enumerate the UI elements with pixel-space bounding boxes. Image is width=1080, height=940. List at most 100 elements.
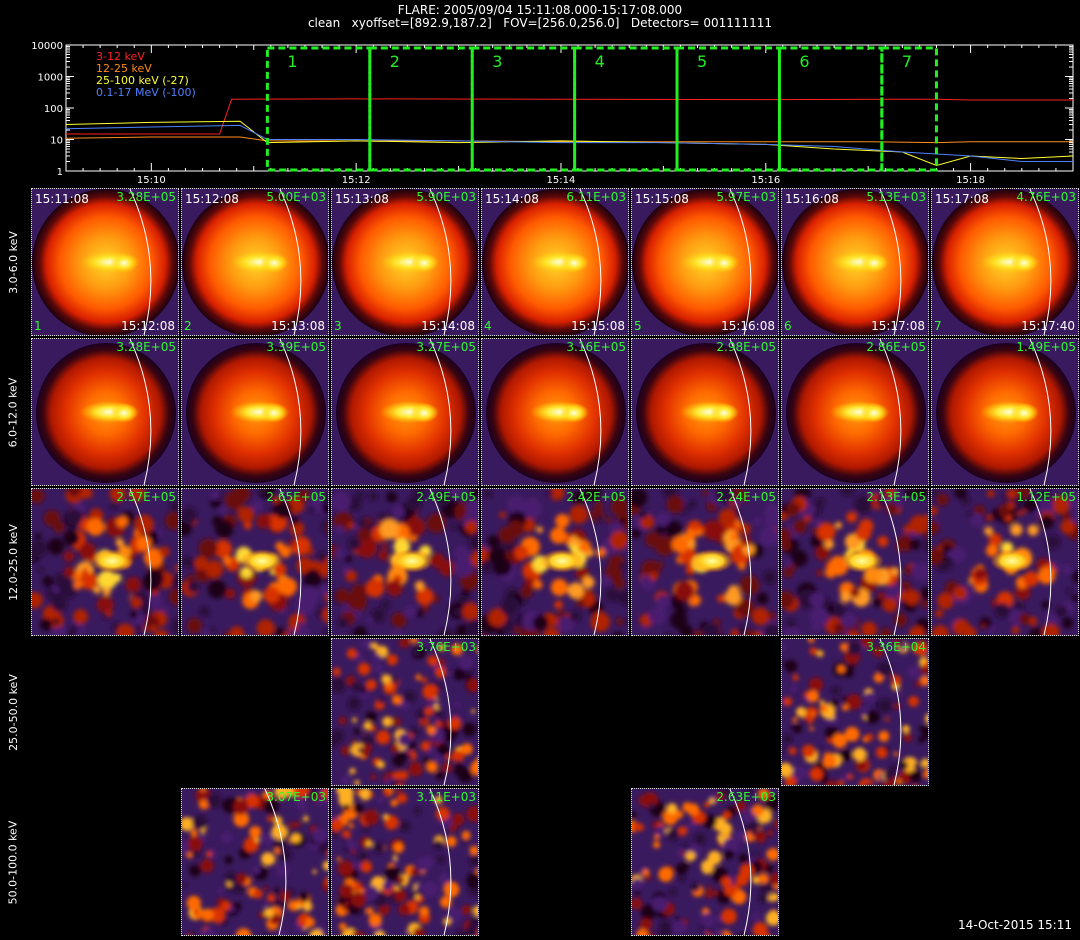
source-core (260, 403, 288, 423)
panel-max-value: 2.86E+05 (866, 340, 926, 354)
source-core (410, 403, 438, 423)
image-map (332, 189, 478, 335)
panel-max-value: 5.13E+03 (866, 190, 926, 204)
source-core (240, 549, 284, 573)
series-line (65, 124, 1073, 162)
source-core (690, 549, 734, 573)
source-core (990, 549, 1034, 573)
panel-index: 7 (934, 319, 942, 333)
image-panel: 15:13:08 5.90E+03 3 15:14:08 (331, 188, 479, 336)
panel-start-time: 15:13:08 (335, 192, 389, 206)
panel-max-value: 6.11E+03 (566, 190, 626, 204)
image-panel: 3.11E+03 (331, 788, 479, 936)
source-core (540, 549, 584, 573)
image-map (782, 639, 928, 785)
interval-box (675, 46, 781, 172)
series-line (65, 136, 1073, 144)
noise-texture (182, 789, 328, 935)
panel-start-time: 15:12:08 (185, 192, 239, 206)
interval-label: 2 (390, 52, 400, 71)
panel-max-value: 1.12E+05 (1016, 490, 1076, 504)
interval-label: 4 (595, 52, 605, 71)
panel-max-value: 2.49E+05 (416, 490, 476, 504)
source-core (110, 403, 138, 423)
panel-max-value: 3.36E+04 (866, 640, 926, 654)
image-map (182, 189, 328, 335)
panel-index: 6 (784, 319, 792, 333)
panel-max-value: 2.13E+05 (866, 490, 926, 504)
image-map (332, 489, 478, 635)
panel-max-value: 2.98E+05 (716, 340, 776, 354)
image-map (32, 489, 178, 635)
panel-index: 4 (484, 319, 492, 333)
x-tick-label: 15:14 (547, 175, 576, 185)
image-map (336, 339, 476, 485)
interval-label: 5 (697, 52, 707, 71)
row-label: 3.0-6.0 keV (6, 230, 20, 294)
image-map (632, 789, 778, 935)
panel-end-time: 15:17:40 (1021, 319, 1075, 333)
lightcurve-chart: 10000 1000 100 10 1 15:10 15:12 15:14 15:16 15:18… (31, 41, 1074, 185)
interval-box (777, 46, 884, 172)
image-map (332, 789, 478, 935)
image-panel: 15:11:08 3.28E+05 1 15:12:08 (31, 188, 179, 336)
interval-label: 3 (492, 52, 502, 71)
source-core (410, 253, 438, 273)
panel-max-value: 3.07E+03 (266, 790, 326, 804)
image-panel: 2.13E+05 (781, 488, 929, 636)
image-panel: 2.65E+05 (181, 488, 329, 636)
panel-max-value: 2.65E+05 (266, 490, 326, 504)
interval-box (265, 46, 372, 172)
source-core (560, 253, 588, 273)
noise-texture (632, 789, 778, 935)
image-panel: 3.39E+05 (181, 338, 329, 486)
panel-start-time: 15:14:08 (485, 192, 539, 206)
image-panel: 2.98E+05 (631, 338, 779, 486)
image-panel: 2.57E+05 (31, 488, 179, 636)
panel-max-value: 3.16E+05 (566, 340, 626, 354)
image-panel: 15:15:08 5.97E+03 5 15:16:08 (631, 188, 779, 336)
image-map (632, 189, 778, 335)
image-map (786, 339, 926, 485)
image-map (932, 189, 1078, 335)
panel-max-value: 3.11E+03 (416, 790, 476, 804)
solar-limb-line (879, 639, 902, 785)
y-tick-label: 1 (57, 167, 63, 178)
footer-timestamp: 14-Oct-2015 15:11 (958, 918, 1072, 932)
image-panel: 15:14:08 6.11E+03 4 15:15:08 (481, 188, 629, 336)
panel-index: 5 (634, 319, 642, 333)
image-panel: 3.16E+05 (481, 338, 629, 486)
source-core (860, 403, 888, 423)
interval-label: 1 (287, 52, 297, 71)
source-core (1010, 253, 1038, 273)
source-core (710, 253, 738, 273)
panel-end-time: 15:12:08 (121, 319, 175, 333)
image-panel: 3.36E+04 (781, 638, 929, 786)
panel-max-value: 2.42E+05 (566, 490, 626, 504)
source-core (90, 549, 134, 573)
panel-index: 2 (184, 319, 192, 333)
image-map (186, 339, 326, 485)
source-core (560, 403, 588, 423)
panel-max-value: 5.97E+03 (716, 190, 776, 204)
x-tick-label: 15:10 (137, 175, 166, 185)
series-line (66, 98, 1073, 135)
interval-label: 6 (799, 52, 809, 71)
source-core (260, 253, 288, 273)
panel-max-value: 1.49E+05 (1016, 340, 1076, 354)
image-map (632, 489, 778, 635)
plot-frame (65, 44, 1074, 172)
panel-max-value: 3.27E+05 (416, 340, 476, 354)
source-core (860, 253, 888, 273)
panel-end-time: 15:13:08 (271, 319, 325, 333)
panel-start-time: 15:15:08 (635, 192, 689, 206)
panel-max-value: 2.57E+05 (116, 490, 176, 504)
image-panel: 2.86E+05 (781, 338, 929, 486)
source-core (390, 549, 434, 573)
panel-end-time: 15:16:08 (721, 319, 775, 333)
source-core (110, 253, 138, 273)
interval-box (573, 46, 679, 172)
panel-end-time: 15:17:08 (871, 319, 925, 333)
image-map (936, 339, 1076, 485)
image-map (486, 339, 626, 485)
